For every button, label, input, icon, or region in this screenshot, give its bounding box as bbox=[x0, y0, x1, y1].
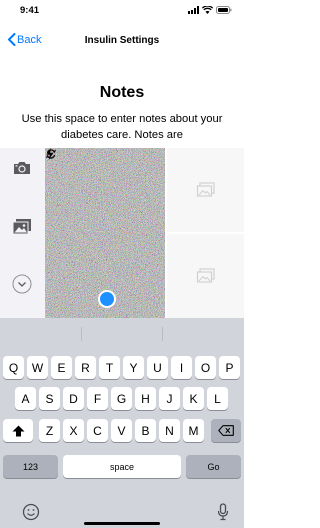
delete-key[interactable] bbox=[211, 419, 241, 442]
key-y[interactable]: Y bbox=[123, 356, 144, 379]
status-icons bbox=[188, 6, 232, 14]
numbers-key[interactable]: 123 bbox=[3, 455, 58, 478]
key-b[interactable]: B bbox=[135, 419, 156, 442]
suggestion-divider bbox=[162, 327, 163, 341]
image-placeholder-icon bbox=[196, 182, 215, 197]
key-j[interactable]: J bbox=[159, 387, 180, 410]
wifi-icon bbox=[202, 6, 213, 14]
chevron-down-icon[interactable] bbox=[10, 272, 34, 296]
key-a[interactable]: A bbox=[15, 387, 36, 410]
key-x[interactable]: X bbox=[63, 419, 84, 442]
page-title: Notes bbox=[99, 84, 145, 101]
delete-icon bbox=[218, 425, 234, 436]
key-w[interactable]: W bbox=[27, 356, 48, 379]
key-t[interactable]: T bbox=[99, 356, 120, 379]
shift-icon bbox=[12, 425, 24, 436]
key-n[interactable]: N bbox=[159, 419, 180, 442]
suggestion-divider bbox=[81, 327, 82, 341]
camera-preview[interactable] bbox=[45, 148, 165, 318]
key-d[interactable]: D bbox=[63, 387, 84, 410]
go-key[interactable]: Go bbox=[186, 455, 241, 478]
image-placeholder-icon bbox=[196, 268, 215, 283]
photo-thumbnail[interactable] bbox=[167, 234, 244, 318]
thumbnail-column bbox=[167, 148, 244, 318]
photo-picker bbox=[0, 148, 244, 318]
key-h[interactable]: H bbox=[135, 387, 156, 410]
home-indicator bbox=[84, 522, 160, 525]
key-c[interactable]: C bbox=[87, 419, 108, 442]
camera-icon[interactable] bbox=[10, 156, 34, 180]
battery-icon bbox=[216, 6, 232, 14]
key-s[interactable]: S bbox=[39, 387, 60, 410]
key-g[interactable]: G bbox=[111, 387, 132, 410]
emoji-icon[interactable] bbox=[22, 503, 40, 521]
key-m[interactable]: M bbox=[183, 419, 204, 442]
key-i[interactable]: I bbox=[171, 356, 192, 379]
microphone-icon[interactable] bbox=[217, 503, 229, 521]
photo-library-icon[interactable] bbox=[10, 215, 34, 239]
picker-sidebar bbox=[0, 148, 45, 318]
key-o[interactable]: O bbox=[195, 356, 216, 379]
flash-icon[interactable] bbox=[45, 148, 55, 160]
key-f[interactable]: F bbox=[87, 387, 108, 410]
space-key[interactable]: space bbox=[63, 455, 181, 478]
shutter-button[interactable] bbox=[98, 290, 116, 308]
nav-title: Insulin Settings bbox=[84, 35, 160, 46]
key-p[interactable]: P bbox=[219, 356, 240, 379]
key-e[interactable]: E bbox=[51, 356, 72, 379]
key-q[interactable]: Q bbox=[3, 356, 24, 379]
key-v[interactable]: V bbox=[111, 419, 132, 442]
key-k[interactable]: K bbox=[183, 387, 204, 410]
photo-thumbnail[interactable] bbox=[167, 148, 244, 232]
notes-description: Use this space to enter notes about your… bbox=[21, 113, 223, 141]
status-bar: 9:41 bbox=[0, 0, 244, 22]
key-z[interactable]: Z bbox=[39, 419, 60, 442]
suggestion-bar[interactable] bbox=[0, 318, 244, 350]
keyboard: Q W E R T Y U I O P A S D F G H J K L Z … bbox=[0, 318, 244, 528]
navigation-bar: Back Insulin Settings bbox=[0, 22, 244, 58]
key-u[interactable]: U bbox=[147, 356, 168, 379]
key-l[interactable]: L bbox=[207, 387, 228, 410]
shift-key[interactable] bbox=[3, 419, 33, 442]
key-r[interactable]: R bbox=[75, 356, 96, 379]
status-time: 9:41 bbox=[20, 5, 40, 16]
cellular-signal-icon bbox=[188, 6, 199, 14]
